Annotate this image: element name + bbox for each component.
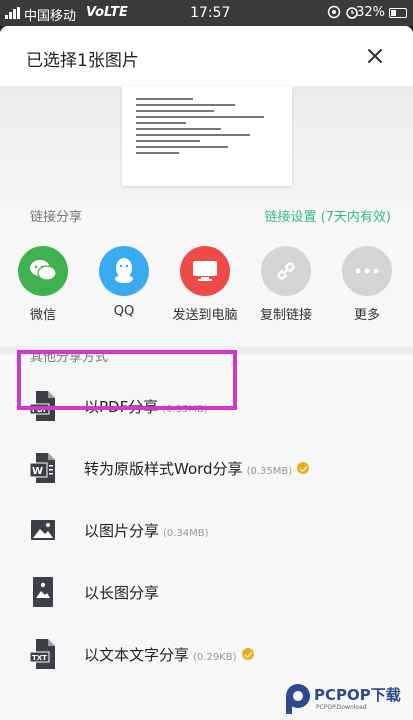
more-icon <box>355 268 379 274</box>
vip-badge-icon <box>297 461 310 474</box>
share-computer-label: 发送到电脑 <box>172 308 238 323</box>
watermark-text: PCPOP下载 <box>314 686 401 704</box>
qq-icon <box>115 258 133 283</box>
copy-link-label: 复制链接 <box>259 308 312 323</box>
share-more-button[interactable]: 更多 <box>327 246 407 323</box>
option-label: 转为原版样式Word分享 <box>84 460 243 478</box>
network-label: VoLTE <box>86 5 128 20</box>
svg-text:W: W <box>32 466 43 477</box>
share-qq-button[interactable]: QQ <box>84 246 164 319</box>
txt-icon: TXT <box>30 639 55 669</box>
sheet-header: 已选择1张图片 <box>0 26 413 86</box>
watermark-subtext: PCPOP.Download <box>316 704 367 711</box>
option-label: 以文本文字分享 <box>84 646 190 664</box>
share-more-label: 更多 <box>353 308 380 323</box>
copy-link-button[interactable]: 复制链接 <box>246 246 326 323</box>
share-long-image-option[interactable]: 以长图分享 <box>0 564 413 624</box>
close-icon[interactable] <box>363 44 387 68</box>
image-icon <box>31 520 55 540</box>
share-wechat-label: 微信 <box>29 308 56 323</box>
status-bar: 中国移动 VoLTE 17:57 32% <box>0 0 413 26</box>
highlight-box <box>17 350 237 410</box>
file-size: (0.34MB) <box>163 528 209 539</box>
vip-badge-icon <box>241 647 254 660</box>
battery-icon <box>389 8 407 18</box>
option-label: 以图片分享 <box>84 522 160 540</box>
word-icon: W <box>30 453 55 483</box>
wechat-icon <box>30 260 57 281</box>
computer-icon <box>193 261 217 281</box>
sheet-title: 已选择1张图片 <box>26 51 139 71</box>
signal-icon <box>5 7 20 19</box>
clock: 17:57 <box>190 5 231 21</box>
link-share-row: 微信 QQ 发送到电脑 复制链接 更多 <box>0 246 413 346</box>
share-computer-button[interactable]: 发送到电脑 <box>165 246 245 323</box>
image-preview <box>0 86 413 206</box>
svg-text:TXT: TXT <box>32 654 47 662</box>
file-size: (0.35MB) <box>246 466 293 477</box>
link-settings-button[interactable]: 链接设置 (7天内有效) <box>264 206 391 225</box>
watermark: PCPOP下载 PCPOP.Download <box>282 680 410 720</box>
long-image-icon <box>33 577 53 607</box>
pcpop-logo-icon <box>286 684 310 714</box>
link-icon <box>277 262 295 280</box>
sync-icon <box>327 5 341 19</box>
document-thumbnail <box>122 86 292 186</box>
battery-percent: 32% <box>356 5 385 20</box>
share-image-option[interactable]: 以图片分享 (0.34MB) <box>0 502 413 562</box>
option-label: 以长图分享 <box>84 584 160 602</box>
share-qq-label: QQ <box>113 304 135 319</box>
share-wechat-button[interactable]: 微信 <box>3 246 83 323</box>
share-text-option[interactable]: TXT 以文本文字分享 (0.29KB) <box>0 626 413 686</box>
carrier-label: 中国移动 <box>24 9 77 24</box>
link-share-label: 链接分享 <box>30 210 83 225</box>
file-size: (0.29KB) <box>193 652 237 663</box>
share-word-option[interactable]: W 转为原版样式Word分享 (0.35MB) <box>0 440 413 500</box>
